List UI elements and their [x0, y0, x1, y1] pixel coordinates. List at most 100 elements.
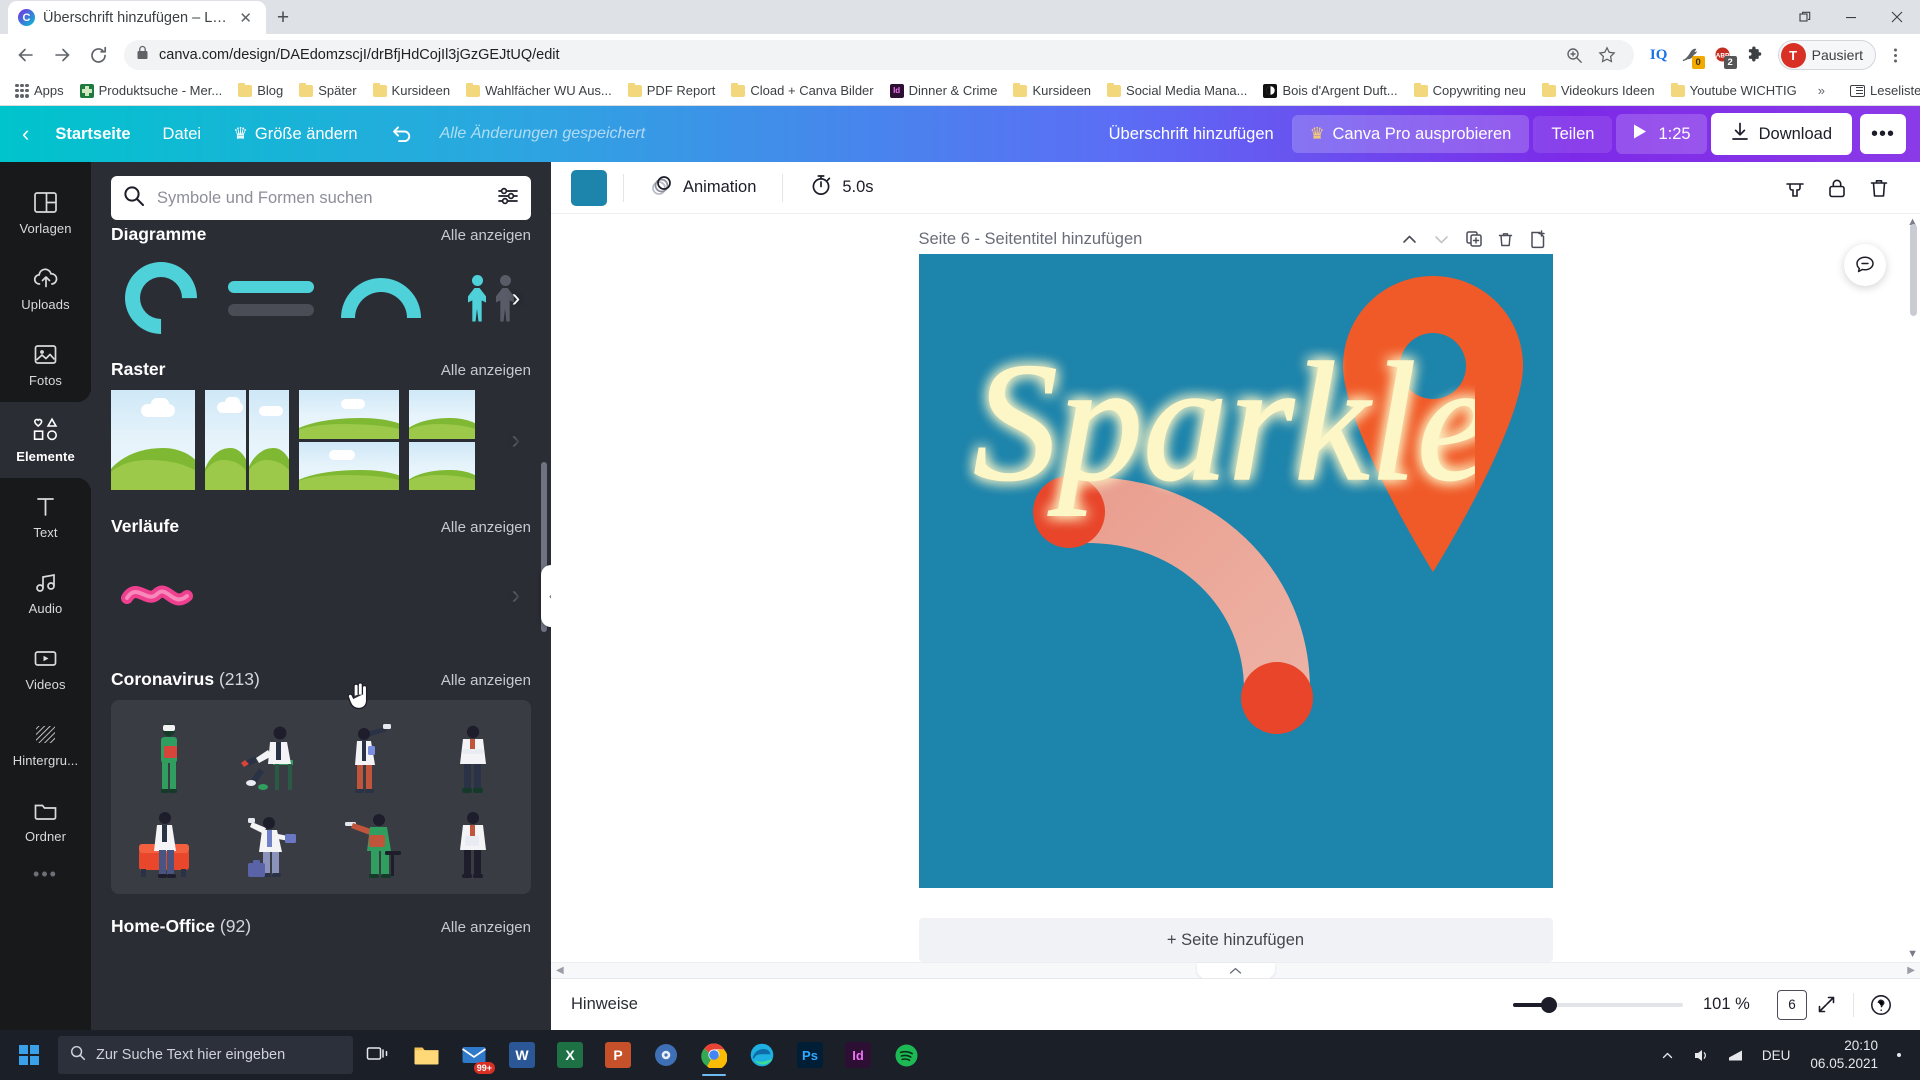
minimize-icon[interactable]	[1828, 0, 1874, 34]
scroll-right-arrow[interactable]: ▶	[1902, 965, 1920, 976]
download-button[interactable]: Download	[1710, 113, 1852, 155]
reading-list-button[interactable]: Leseliste	[1843, 81, 1920, 100]
undo-arrow-icon[interactable]	[376, 114, 428, 154]
chevron-up-icon[interactable]	[1654, 1032, 1682, 1078]
sidebar-item-hintergrund[interactable]: Hintergru...	[0, 706, 91, 782]
copy-style-icon[interactable]	[1774, 169, 1816, 207]
chevron-down-icon[interactable]	[1427, 224, 1457, 254]
sidebar-item-elemente[interactable]: Elemente	[0, 388, 91, 492]
sidebar-item-videos[interactable]: Videos	[0, 630, 91, 706]
bookmark-social-media[interactable]: Social Media Mana...	[1100, 81, 1254, 100]
browser-tab[interactable]: C Überschrift hinzufügen – Logo ✕	[8, 1, 266, 34]
add-page-button[interactable]: + Seite hinzufügen	[918, 918, 1553, 962]
zoom-search-icon[interactable]	[1560, 40, 1590, 70]
taskbar-app-word[interactable]: W	[499, 1032, 545, 1078]
bookmark-blog[interactable]: Blog	[231, 81, 290, 100]
panel-collapse-handle[interactable]	[1196, 963, 1275, 979]
comment-bubble-icon[interactable]	[1844, 244, 1886, 286]
see-all-link[interactable]: Alle anzeigen	[441, 519, 531, 536]
canva-pro-button[interactable]: ♛ Canva Pro ausprobieren	[1291, 115, 1530, 153]
volume-icon[interactable]	[1688, 1032, 1716, 1078]
sidebar-item-vorlagen[interactable]: Vorlagen	[0, 174, 91, 250]
windows-start-icon[interactable]	[6, 1032, 52, 1078]
see-all-link[interactable]: Alle anzeigen	[441, 919, 531, 936]
taskbar-app-media-player[interactable]	[643, 1032, 689, 1078]
element-thumb-nurse-clipboard[interactable]	[121, 714, 217, 794]
present-button[interactable]: 1:25	[1616, 114, 1707, 154]
next-arrow-diagramme[interactable]: ›	[501, 283, 531, 314]
lock-icon[interactable]	[1816, 169, 1858, 207]
sidebar-item-uploads[interactable]: Uploads	[0, 250, 91, 326]
clock[interactable]: 20:10 06.05.2021	[1802, 1037, 1886, 1073]
taskbar-app-indesign[interactable]: Id	[835, 1032, 881, 1078]
reload-icon[interactable]	[82, 39, 114, 71]
page-title-label[interactable]: Seite 6 - Seitentitel hinzufügen	[919, 230, 1393, 249]
taskbar-app-mail[interactable]: 99+	[451, 1032, 497, 1078]
element-thumb-doctor-briefcase[interactable]	[223, 800, 319, 880]
zoom-slider[interactable]	[1513, 996, 1683, 1013]
element-thumb-doctor-on-sofa[interactable]	[121, 800, 217, 880]
bookmark-star-icon[interactable]	[1592, 40, 1622, 70]
sliders-filter-icon[interactable]	[497, 185, 519, 212]
element-thumb-grid-2cols[interactable]	[205, 390, 289, 490]
bookmark-cloud-canva-bilder[interactable]: Cload + Canva Bilder	[724, 81, 880, 100]
chrome-menu-kebab-icon[interactable]	[1880, 40, 1910, 70]
bookmark-wahlfaecher[interactable]: Wahlfächer WU Aus...	[459, 81, 619, 100]
element-thumb-grid-2rows[interactable]	[299, 390, 399, 490]
element-thumb-donut-chart[interactable]	[111, 255, 212, 341]
bookmark-youtube-wichtig[interactable]: Youtube WICHTIG	[1664, 81, 1804, 100]
scroll-left-arrow[interactable]: ◀	[551, 965, 569, 976]
see-all-link[interactable]: Alle anzeigen	[441, 362, 531, 379]
canvas-vertical-scrollbar[interactable]	[1910, 224, 1917, 316]
resize-button[interactable]: ♛ Größe ändern	[219, 116, 372, 152]
notes-button[interactable]: Hinweise	[571, 995, 638, 1014]
design-title[interactable]: Überschrift hinzufügen	[1095, 117, 1288, 152]
back-icon[interactable]	[10, 39, 42, 71]
element-thumb-grid-1cell[interactable]	[111, 390, 195, 490]
bookmarks-overflow-chevron-icon[interactable]: »	[1812, 83, 1831, 98]
panel-scroll-content[interactable]: Diagramme Alle anzeigen › Raster Alle an…	[91, 228, 551, 1030]
network-icon[interactable]	[1722, 1032, 1750, 1078]
restore-icon[interactable]	[1782, 0, 1828, 34]
close-window-icon[interactable]	[1874, 0, 1920, 34]
new-tab-button[interactable]: +	[266, 1, 300, 34]
file-menu-button[interactable]: Datei	[149, 117, 216, 152]
element-thumb-doctor-arms-crossed[interactable]	[426, 714, 522, 794]
address-bar[interactable]: canva.com/design/DAEdomzscjI/drBfjHdCojI…	[124, 40, 1634, 70]
home-button[interactable]: Startseite	[41, 117, 144, 152]
share-button[interactable]: Teilen	[1533, 115, 1613, 153]
expand-arrows-icon[interactable]	[1807, 988, 1845, 1022]
canvas-scroll-area[interactable]: Seite 6 - Seitentitel hinzufügen Sparkle…	[551, 214, 1920, 962]
taskbar-app-photoshop[interactable]: Ps	[787, 1032, 833, 1078]
zoom-slider-knob[interactable]	[1541, 996, 1557, 1013]
sidebar-item-text[interactable]: Text	[0, 478, 91, 554]
next-arrow-verlaeufe[interactable]: ›	[501, 580, 531, 611]
taskbar-search-input[interactable]: Zur Suche Text hier eingeben	[58, 1036, 353, 1074]
duplicate-page-icon[interactable]	[1459, 224, 1489, 254]
duration-button[interactable]: 5.0s	[799, 166, 883, 209]
taskbar-app-powerpoint[interactable]: P	[595, 1032, 641, 1078]
see-all-link[interactable]: Alle anzeigen	[441, 228, 531, 244]
iq-extension-icon[interactable]: IQ	[1644, 40, 1674, 70]
extensions-puzzle-icon[interactable]	[1740, 40, 1770, 70]
element-thumb-gradient-squiggle[interactable]	[121, 560, 207, 630]
search-input[interactable]	[157, 188, 485, 208]
search-box[interactable]	[111, 176, 531, 220]
rail-more-button[interactable]: •••	[33, 864, 58, 885]
element-thumb-doctor-examining[interactable]	[223, 714, 319, 794]
bookmark-kursideen-1[interactable]: Kursideen	[366, 81, 458, 100]
element-thumb-doctor-pointing[interactable]	[324, 714, 420, 794]
chevron-up-icon[interactable]	[1395, 224, 1425, 254]
next-arrow-raster[interactable]: ›	[501, 425, 531, 456]
scroll-down-arrow[interactable]: ▼	[1907, 948, 1918, 960]
close-icon[interactable]: ✕	[235, 9, 256, 27]
bookmark-kursideen-2[interactable]: Kursideen	[1006, 81, 1098, 100]
taskbar-app-file-explorer[interactable]	[403, 1032, 449, 1078]
background-color-swatch[interactable]	[571, 169, 607, 206]
element-thumb-grid-2rows-alt[interactable]	[409, 390, 475, 490]
sidebar-item-ordner[interactable]: Ordner	[0, 782, 91, 858]
notification-dot-icon[interactable]	[1892, 1032, 1906, 1078]
bird-extension-icon[interactable]: 0	[1676, 40, 1706, 70]
animation-button[interactable]: Animation	[640, 166, 766, 209]
taskbar-app-excel[interactable]: X	[547, 1032, 593, 1078]
